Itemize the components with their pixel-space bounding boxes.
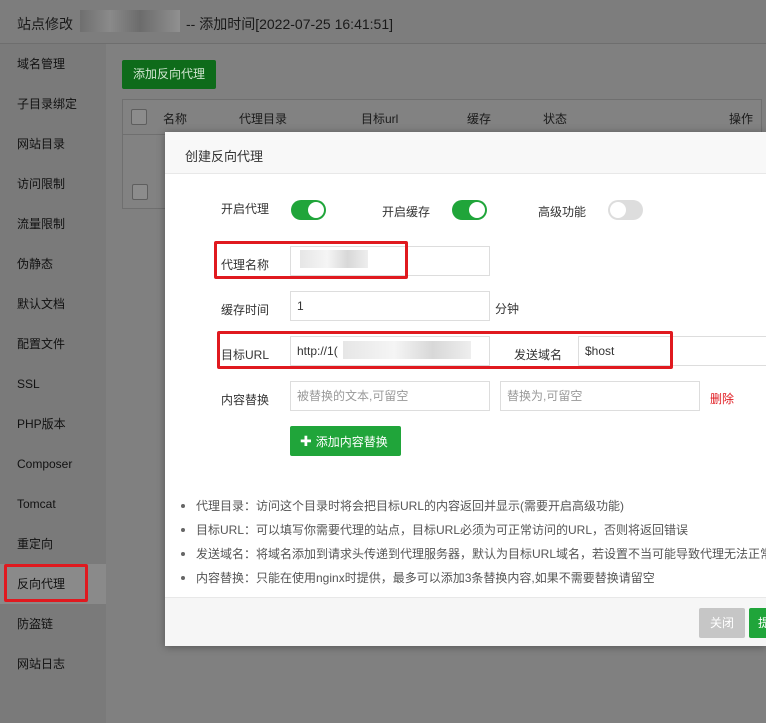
create-reverse-proxy-dialog: 创建反向代理 开启代理 开启缓存 高级功能 代理名称 缓存时间 1 分钟 目标U… — [165, 132, 766, 646]
enable-proxy-toggle[interactable] — [291, 200, 326, 220]
sidebar-item-label: 默认文档 — [17, 297, 66, 311]
column-header: 缓存 — [467, 112, 492, 126]
enable-cache-label: 开启缓存 — [382, 205, 431, 219]
replace-from-input[interactable]: 被替换的文本,可留空 — [290, 381, 490, 411]
title-prefix: 站点修改 — [17, 16, 73, 32]
sidebar-item-traffic-limit[interactable]: 流量限制 — [0, 204, 106, 244]
column-header: 名称 — [163, 112, 188, 126]
select-all-checkbox[interactable] — [131, 109, 147, 125]
column-header: 操作 — [729, 112, 754, 126]
window-titlebar: 站点修改 -- 添加时间[2022-07-25 16:41:51] — [0, 0, 766, 44]
close-button[interactable]: 关闭 — [699, 608, 745, 638]
sidebar-item-label: 防盗链 — [17, 617, 54, 631]
sidebar-item-php-version[interactable]: PHP版本 — [0, 404, 106, 444]
column-header: 代理目录 — [239, 112, 288, 126]
enable-proxy-label: 开启代理 — [221, 202, 270, 216]
sidebar-item-domain[interactable]: 域名管理 — [0, 44, 106, 84]
add-content-replace-label: 添加内容替换 — [315, 435, 388, 449]
sidebar-item-label: 伪静态 — [17, 257, 54, 271]
sidebar-item-rewrite[interactable]: 伪静态 — [0, 244, 106, 284]
replace-to-placeholder: 替换为,可留空 — [507, 389, 583, 403]
sidebar-item-subdir[interactable]: 子目录绑定 — [0, 84, 106, 124]
tip-item: 发送域名：将域名添加到请求头传递到代理服务器，默认为目标URL域名，若设置不当可… — [179, 542, 766, 566]
sidebar-item-label: 重定向 — [17, 537, 54, 551]
sidebar-item-label: 网站日志 — [17, 657, 66, 671]
submit-button[interactable]: 提 — [749, 608, 766, 638]
column-header: 目标url — [361, 112, 399, 126]
sidebar: 域名管理 子目录绑定 网站目录 访问限制 流量限制 伪静态 默认文档 配置文件 … — [0, 44, 106, 723]
cache-time-input[interactable]: 1 — [290, 291, 490, 321]
help-tips: 代理目录：访问这个目录时将会把目标URL的内容返回并显示(需要开启高级功能) 目… — [179, 494, 766, 590]
highlight-box-proxy-name — [214, 241, 408, 279]
tip-item: 目标URL：可以填写你需要代理的站点，目标URL必须为可正常访问的URL，否则将… — [179, 518, 766, 542]
sidebar-item-label: 流量限制 — [17, 217, 66, 231]
content-replace-label: 内容替换 — [221, 393, 270, 407]
sidebar-item-site-log[interactable]: 网站日志 — [0, 644, 106, 684]
sidebar-item-label: 访问限制 — [17, 177, 66, 191]
cache-time-unit: 分钟 — [495, 302, 520, 316]
sidebar-item-default-doc[interactable]: 默认文档 — [0, 284, 106, 324]
sidebar-item-label: 配置文件 — [17, 337, 66, 351]
advanced-label: 高级功能 — [538, 205, 587, 219]
row-checkbox[interactable] — [132, 184, 148, 200]
tip-item: 内容替换：只能在使用nginx时提供，最多可以添加3条替换内容,如果不需要替换请… — [179, 566, 766, 590]
enable-cache-toggle[interactable] — [452, 200, 487, 220]
sidebar-item-access-limit[interactable]: 访问限制 — [0, 164, 106, 204]
table-header: 名称 代理目录 目标url 缓存 状态 操作 — [123, 100, 761, 135]
add-reverse-proxy-button[interactable]: 添加反向代理 — [122, 60, 216, 89]
title-suffix: -- 添加时间[2022-07-25 16:41:51] — [186, 16, 393, 32]
sidebar-item-config-file[interactable]: 配置文件 — [0, 324, 106, 364]
sidebar-item-redirect[interactable]: 重定向 — [0, 524, 106, 564]
sidebar-item-label: 子目录绑定 — [17, 97, 78, 111]
highlight-box-target-url — [217, 331, 673, 369]
sidebar-item-label: Tomcat — [17, 497, 56, 511]
delete-replace-link[interactable]: 删除 — [710, 390, 734, 407]
sidebar-item-ssl[interactable]: SSL — [0, 364, 106, 404]
plus-icon: ✚ — [300, 433, 312, 449]
column-header: 状态 — [543, 112, 568, 126]
sidebar-item-label: Composer — [17, 457, 73, 471]
dialog-header: 创建反向代理 — [165, 132, 766, 174]
highlight-box-reverse-proxy — [4, 564, 88, 602]
sidebar-item-label: 网站目录 — [17, 137, 66, 151]
cache-time-value: 1 — [297, 299, 304, 313]
sidebar-item-tomcat[interactable]: Tomcat — [0, 484, 106, 524]
tip-item: 代理目录：访问这个目录时将会把目标URL的内容返回并显示(需要开启高级功能) — [179, 494, 766, 518]
sidebar-item-label: 域名管理 — [17, 57, 66, 71]
advanced-toggle[interactable] — [608, 200, 643, 220]
dialog-footer: 关闭 提 — [165, 597, 766, 646]
add-content-replace-button[interactable]: ✚ 添加内容替换 — [290, 426, 401, 456]
sidebar-item-label: SSL — [17, 377, 40, 391]
dialog-title: 创建反向代理 — [185, 149, 264, 164]
replace-from-placeholder: 被替换的文本,可留空 — [297, 389, 409, 403]
sidebar-item-composer[interactable]: Composer — [0, 444, 106, 484]
sidebar-item-site-dir[interactable]: 网站目录 — [0, 124, 106, 164]
sidebar-item-label: PHP版本 — [17, 417, 66, 431]
sidebar-item-hotlink[interactable]: 防盗链 — [0, 604, 106, 644]
redacted-site-name — [80, 10, 180, 32]
cache-time-label: 缓存时间 — [221, 303, 270, 317]
replace-to-input[interactable]: 替换为,可留空 — [500, 381, 700, 411]
